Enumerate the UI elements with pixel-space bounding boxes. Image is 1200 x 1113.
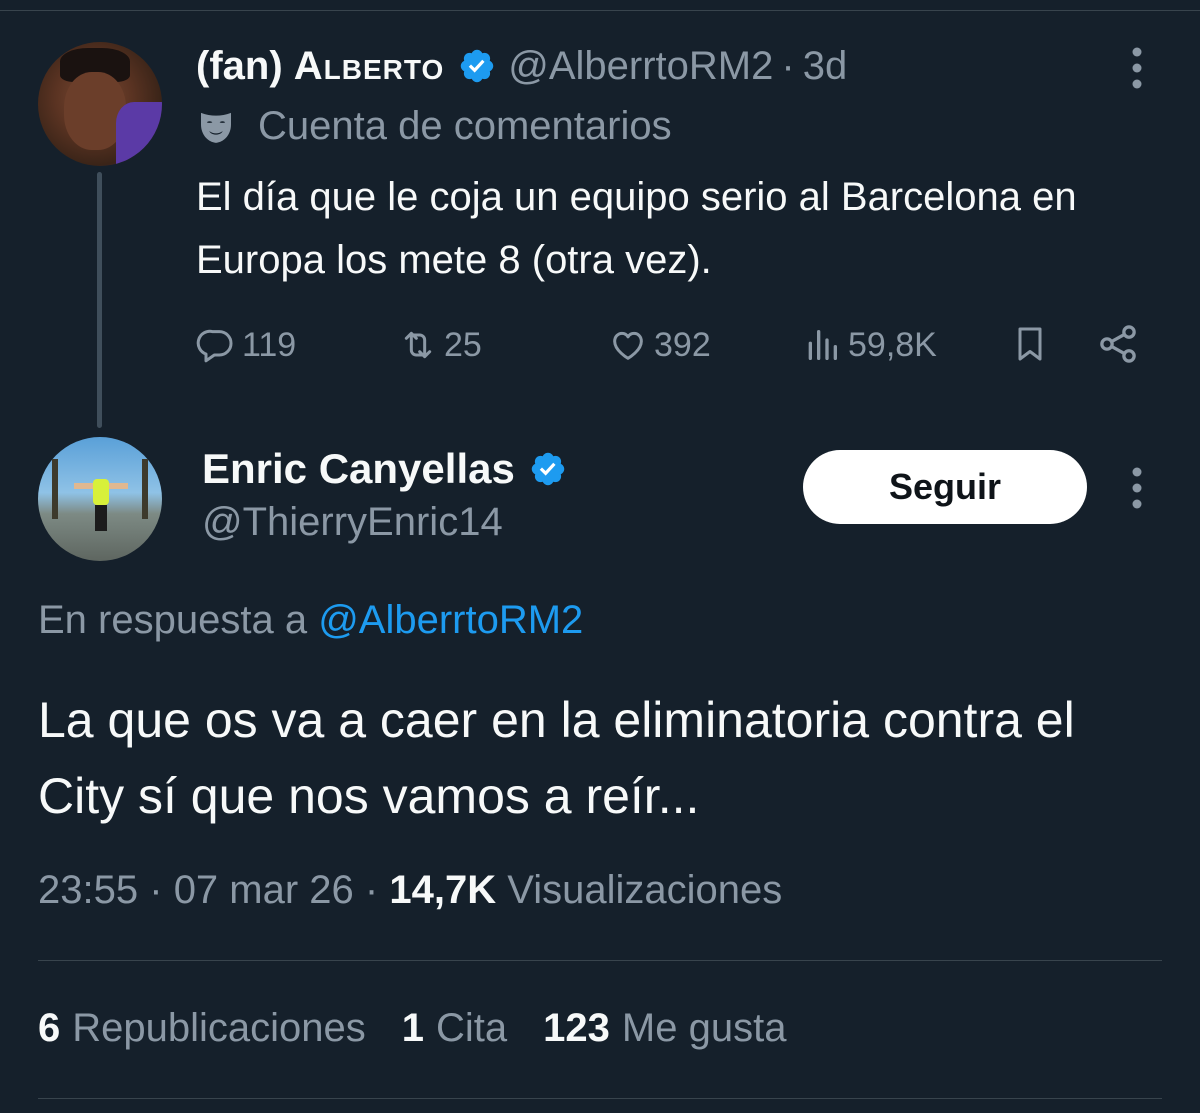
repost-action[interactable]: 25 <box>398 322 482 368</box>
views-action[interactable]: 59,8K <box>802 322 937 368</box>
divider <box>38 1098 1162 1099</box>
main-handle[interactable]: @ThierryEnric14 <box>202 500 503 545</box>
parent-handle[interactable]: @AlberrtoRM2 <box>508 44 773 89</box>
reply-prefix: En respuesta a <box>38 598 308 642</box>
separator-dot: · <box>781 43 795 88</box>
share-icon[interactable] <box>1096 322 1140 366</box>
reposts-stat[interactable]: 6 Republicaciones <box>38 1006 366 1051</box>
main-name-text: Enric Canyellas <box>202 445 515 492</box>
like-count: 392 <box>654 325 711 364</box>
repost-icon <box>404 331 432 359</box>
tweet-time[interactable]: 23:55 <box>38 868 138 912</box>
like-action[interactable]: 392 <box>608 322 711 368</box>
main-display-name[interactable]: Enric Canyellas <box>202 444 567 494</box>
quotes-label: Cita <box>436 1006 508 1050</box>
parent-tweet-header: (fan) Alberto @AlberrtoRM2 · 3d <box>196 42 847 90</box>
likes-stat[interactable]: 123 Me gusta <box>543 1006 786 1051</box>
reply-count: 119 <box>242 325 297 364</box>
verified-badge-icon <box>461 49 494 83</box>
tweet-date[interactable]: 07 mar 26 <box>174 868 354 912</box>
bookmark-icon[interactable] <box>1010 322 1050 366</box>
reposts-label: Republicaciones <box>72 1006 366 1050</box>
quotes-stat[interactable]: 1 Cita <box>402 1006 507 1051</box>
separator-dot: · <box>149 868 163 912</box>
divider <box>38 960 1162 961</box>
parent-avatar[interactable] <box>38 42 162 166</box>
reply-to-handle-link[interactable]: @AlberrtoRM2 <box>318 598 583 642</box>
views-count: 14,7K <box>389 868 497 912</box>
parent-tweet-text: El día que le coja un equipo serio al Ba… <box>196 175 1077 282</box>
views-label: Visualizaciones <box>507 868 783 912</box>
views-icon <box>808 330 837 360</box>
parent-name-prefix: (fan) <box>196 43 283 88</box>
verified-badge-icon <box>531 452 565 486</box>
separator-dot: · <box>364 868 379 912</box>
reposts-count: 6 <box>38 1006 61 1050</box>
follow-button[interactable]: Seguir <box>803 450 1087 524</box>
likes-label: Me gusta <box>621 1006 787 1050</box>
like-icon <box>613 331 643 360</box>
reply-context: En respuesta a @AlberrtoRM2 <box>38 598 583 643</box>
main-avatar[interactable] <box>38 437 162 561</box>
more-options-icon[interactable] <box>1131 46 1143 90</box>
parent-name-main: Alberto <box>293 43 445 88</box>
thread-connector-line <box>97 172 102 428</box>
likes-count: 123 <box>543 1006 610 1050</box>
account-label: Cuenta de comentarios <box>196 104 672 149</box>
reply-action[interactable]: 119 <box>196 322 296 368</box>
parent-timestamp[interactable]: 3d <box>803 44 848 89</box>
parent-display-name[interactable]: (fan) Alberto <box>196 44 444 89</box>
quotes-count: 1 <box>401 1006 425 1050</box>
reply-icon <box>196 329 233 363</box>
account-label-text: Cuenta de comentarios <box>258 104 672 148</box>
views-count: 59,8K <box>848 325 937 364</box>
parody-mask-icon <box>201 112 231 143</box>
engagement-stats: 6 Republicaciones 1 Cita 123 Me gusta <box>38 1006 822 1051</box>
top-border <box>0 0 1200 11</box>
more-options-icon[interactable] <box>1131 466 1143 510</box>
tweet-meta: 23:55 · 07 mar 26 · 14,7K Visualizacione… <box>38 868 782 913</box>
main-tweet-text: La que os va a caer en la eliminatoria c… <box>38 692 1075 824</box>
repost-count: 25 <box>444 325 482 364</box>
